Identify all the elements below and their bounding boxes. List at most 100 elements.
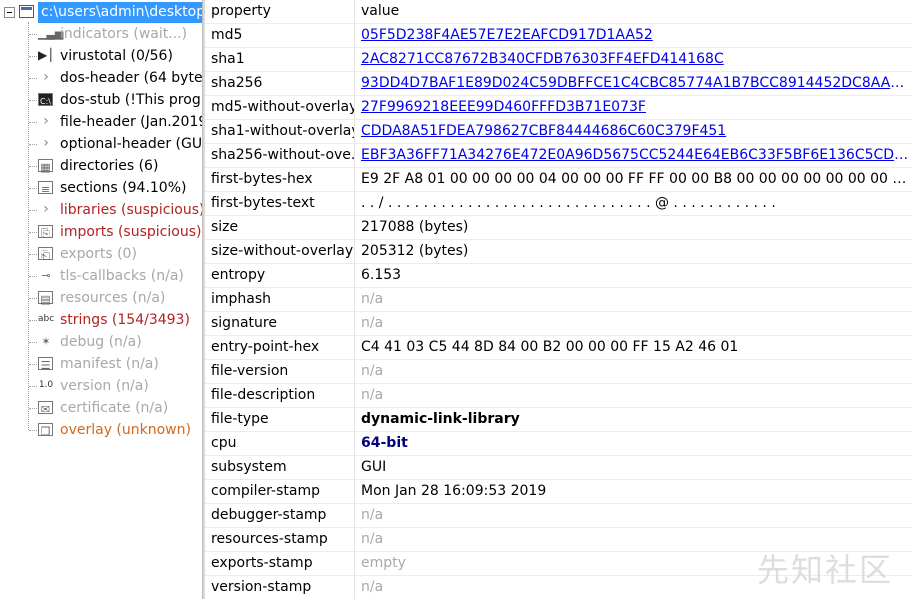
- property-value: 205312 (bytes): [361, 243, 469, 259]
- property-name: md5: [205, 24, 355, 47]
- tree-connector: [29, 254, 37, 255]
- tree-item-label: dos-stub (!This program: [60, 92, 202, 108]
- property-row[interactable]: first-bytes-text . . / . . . . . . . . . …: [205, 192, 913, 216]
- property-row[interactable]: sha1 2AC8271CC87672B340CFDB76303FF4EFD414…: [205, 48, 913, 72]
- property-name: entry-point-hex: [205, 336, 355, 359]
- tree-item[interactable]: abc strings (154/3493): [0, 309, 202, 331]
- property-value: 6.153: [361, 267, 402, 283]
- sections-icon: ≡: [38, 181, 53, 196]
- tree-item[interactable]: ▶│ virustotal (0/56): [0, 45, 202, 67]
- property-row[interactable]: signature n/a: [205, 312, 913, 336]
- tree-connector: [29, 364, 37, 365]
- property-row[interactable]: size-without-overlay 205312 (bytes): [205, 240, 913, 264]
- property-row[interactable]: first-bytes-hex E9 2F A8 01 00 00 00 00 0…: [205, 168, 913, 192]
- property-row[interactable]: compiler-stamp Mon Jan 28 16:09:53 2019: [205, 480, 913, 504]
- property-name: file-type: [205, 408, 355, 431]
- property-value: Mon Jan 28 16:09:53 2019: [361, 483, 547, 499]
- property-row[interactable]: md5 05F5D238F4AE57E7E2EAFCD917D1AA52: [205, 24, 913, 48]
- property-name: cpu: [205, 432, 355, 455]
- tree-item[interactable]: ≡ sections (94.10%): [0, 177, 202, 199]
- property-row[interactable]: file-version n/a: [205, 360, 913, 384]
- tree-connector: [29, 298, 37, 299]
- property-row[interactable]: subsystem GUI: [205, 456, 913, 480]
- certificate-icon: ✉: [38, 401, 53, 416]
- tree-connector: [29, 188, 37, 189]
- property-name: size: [205, 216, 355, 239]
- property-name: file-description: [205, 384, 355, 407]
- property-row[interactable]: entry-point-hex C4 41 03 C5 44 8D 84 00 B…: [205, 336, 913, 360]
- tree-item-label: imports (suspicious): [60, 224, 202, 240]
- tree-root-label[interactable]: c:\users\admin\desktop: [38, 2, 202, 23]
- property-name: sha1-without-overlay: [205, 120, 355, 143]
- tree-item[interactable]: ⎗ exports (0): [0, 243, 202, 265]
- column-header-value[interactable]: value: [355, 0, 911, 23]
- property-name: resources-stamp: [205, 528, 355, 551]
- tree-item-label: debug (n/a): [60, 334, 142, 350]
- property-row[interactable]: sha1-without-overlay CDDA8A51FDEA798627CB…: [205, 120, 913, 144]
- tree-item-label: resources (n/a): [60, 290, 166, 306]
- property-row[interactable]: sha256-without-ove... EBF3A36FF71A34276E4…: [205, 144, 913, 168]
- strings-icon: abc: [38, 314, 55, 324]
- property-row[interactable]: imphash n/a: [205, 288, 913, 312]
- tree-connector: [29, 408, 37, 409]
- property-name: first-bytes-text: [205, 192, 355, 215]
- tree-item-label: directories (6): [60, 158, 159, 174]
- tree-item[interactable]: C:\ dos-stub (!This program: [0, 89, 202, 111]
- property-value-link[interactable]: 2AC8271CC87672B340CFDB76303FF4EFD414168C: [355, 48, 911, 71]
- property-value-link[interactable]: 05F5D238F4AE57E7E2EAFCD917D1AA52: [355, 24, 911, 47]
- property-row[interactable]: file-type dynamic-link-library: [205, 408, 913, 432]
- tree-item[interactable]: ▦ directories (6): [0, 155, 202, 177]
- tree-item[interactable]: ☰ manifest (n/a): [0, 353, 202, 375]
- tree-item[interactable]: › libraries (suspicious): [0, 199, 202, 221]
- property-value-link[interactable]: 93DD4D7BAF1E89D024C59DBFFCE1C4CBC85774A1…: [355, 72, 911, 95]
- tree-item[interactable]: ⊸ tls-callbacks (n/a): [0, 265, 202, 287]
- grid-header-row: property value: [205, 0, 913, 24]
- tree-item-label: sections (94.10%): [60, 180, 187, 196]
- property-name: entropy: [205, 264, 355, 287]
- tree-item[interactable]: › dos-header (64 bytes): [0, 67, 202, 89]
- imports-icon: ⎘: [38, 225, 53, 240]
- property-value-link[interactable]: CDDA8A51FDEA798627CBF84444686C60C379F451: [355, 120, 911, 143]
- tree-item[interactable]: 1.0 version (n/a): [0, 375, 202, 397]
- collapse-toggle-icon[interactable]: [4, 7, 15, 18]
- property-row[interactable]: file-description n/a: [205, 384, 913, 408]
- bug-icon: ✶: [41, 335, 51, 348]
- column-header-property[interactable]: property: [205, 0, 355, 23]
- virustotal-icon: ▶│: [38, 48, 55, 62]
- tree-root-item[interactable]: c:\users\admin\desktop: [0, 2, 202, 24]
- property-row[interactable]: md5-without-overlay 27F9969218EEE99D460FF…: [205, 96, 913, 120]
- tree-item[interactable]: ✉ certificate (n/a): [0, 397, 202, 419]
- tree-connector: [29, 78, 37, 79]
- tree-item[interactable]: › optional-header (GUI: [0, 133, 202, 155]
- tree-item[interactable]: ✶ debug (n/a): [0, 331, 202, 353]
- tree-item-label: certificate (n/a): [60, 400, 169, 416]
- manifest-icon: ☰: [38, 357, 53, 372]
- chevron-right-icon: ›: [43, 113, 49, 129]
- property-value-link[interactable]: 27F9969218EEE99D460FFFD3B71E073F: [355, 96, 911, 119]
- property-row[interactable]: sha256 93DD4D7BAF1E89D024C59DBFFCE1C4CBC8…: [205, 72, 913, 96]
- property-row[interactable]: entropy 6.153: [205, 264, 913, 288]
- tree-item[interactable]: ▁▃▅ indicators (wait...): [0, 23, 202, 45]
- property-row[interactable]: cpu 64-bit: [205, 432, 913, 456]
- chevron-right-icon: ›: [43, 135, 49, 151]
- property-value-link[interactable]: EBF3A36FF71A34276E472E0A96D5675CC5244E64…: [355, 144, 911, 167]
- property-row[interactable]: size 217088 (bytes): [205, 216, 913, 240]
- property-row[interactable]: debugger-stamp n/a: [205, 504, 913, 528]
- properties-grid: property value md5 05F5D238F4AE57E7E2EAFC…: [205, 0, 913, 599]
- tree-connector: [29, 144, 37, 145]
- tree-item[interactable]: ▤ resources (n/a): [0, 287, 202, 309]
- version-icon: 1.0: [38, 380, 54, 390]
- tree-item[interactable]: › file-header (Jan.2019: [0, 111, 202, 133]
- tree-item[interactable]: ⎘ imports (suspicious): [0, 221, 202, 243]
- grid-icon: ▦: [38, 159, 53, 174]
- tree-connector: [29, 34, 37, 35]
- property-value: 217088 (bytes): [361, 219, 469, 235]
- tree-item[interactable]: ❒ overlay (unknown): [0, 419, 202, 441]
- property-value: n/a: [361, 291, 384, 307]
- property-name: sha256-without-ove...: [205, 144, 355, 167]
- watermark: 先知社区: [756, 551, 893, 589]
- property-name: sha1: [205, 48, 355, 71]
- tree-item-label: manifest (n/a): [60, 356, 159, 372]
- property-name: exports-stamp: [205, 552, 355, 575]
- tree-connector: [29, 276, 37, 277]
